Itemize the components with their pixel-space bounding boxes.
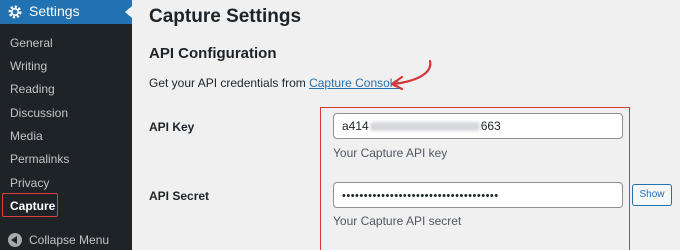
capture-highlight-box (2, 193, 58, 217)
credentials-description: Get your API credentials from Capture Co… (149, 76, 399, 90)
api-key-value-start: a414 (342, 119, 369, 133)
api-key-hint: Your Capture API key (333, 146, 448, 160)
api-key-redacted (369, 122, 480, 132)
sidebar-item-general[interactable]: General (10, 36, 53, 50)
sidebar-item-media[interactable]: Media (10, 129, 43, 143)
settings-gear-icon (8, 5, 22, 19)
sidebar-item-privacy[interactable]: Privacy (10, 176, 49, 190)
api-secret-hint: Your Capture API secret (333, 214, 462, 228)
sidebar-item-permalinks[interactable]: Permalinks (10, 152, 69, 166)
collapse-arrow-icon (8, 233, 22, 247)
api-key-input[interactable]: a414 663 (333, 113, 623, 139)
collapse-menu-button[interactable]: Collapse Menu (8, 233, 132, 247)
api-secret-label: API Secret (149, 189, 210, 203)
sidebar-header-label: Settings (29, 3, 80, 19)
api-secret-input[interactable]: •••••••••••••••••••••••••••••••••••• (333, 182, 623, 208)
sidebar-item-reading[interactable]: Reading (10, 82, 55, 96)
description-text: Get your API credentials from (149, 76, 310, 90)
sidebar-item-discussion[interactable]: Discussion (10, 106, 68, 120)
api-key-value-end: 663 (480, 119, 501, 133)
annotation-arrow-icon (390, 59, 432, 91)
api-secret-value: •••••••••••••••••••••••••••••••••••• (342, 190, 499, 202)
current-menu-pointer (125, 6, 132, 18)
show-secret-button[interactable]: Show (632, 184, 672, 206)
sidebar-header-settings[interactable]: Settings (0, 0, 132, 24)
page-title: Capture Settings (149, 6, 302, 27)
collapse-menu-label: Collapse Menu (29, 233, 110, 247)
sidebar-item-writing[interactable]: Writing (10, 59, 47, 73)
api-key-label: API Key (149, 120, 195, 134)
admin-sidebar: Settings General Writing Reading Discuss… (0, 0, 132, 250)
section-title: API Configuration (149, 45, 277, 62)
